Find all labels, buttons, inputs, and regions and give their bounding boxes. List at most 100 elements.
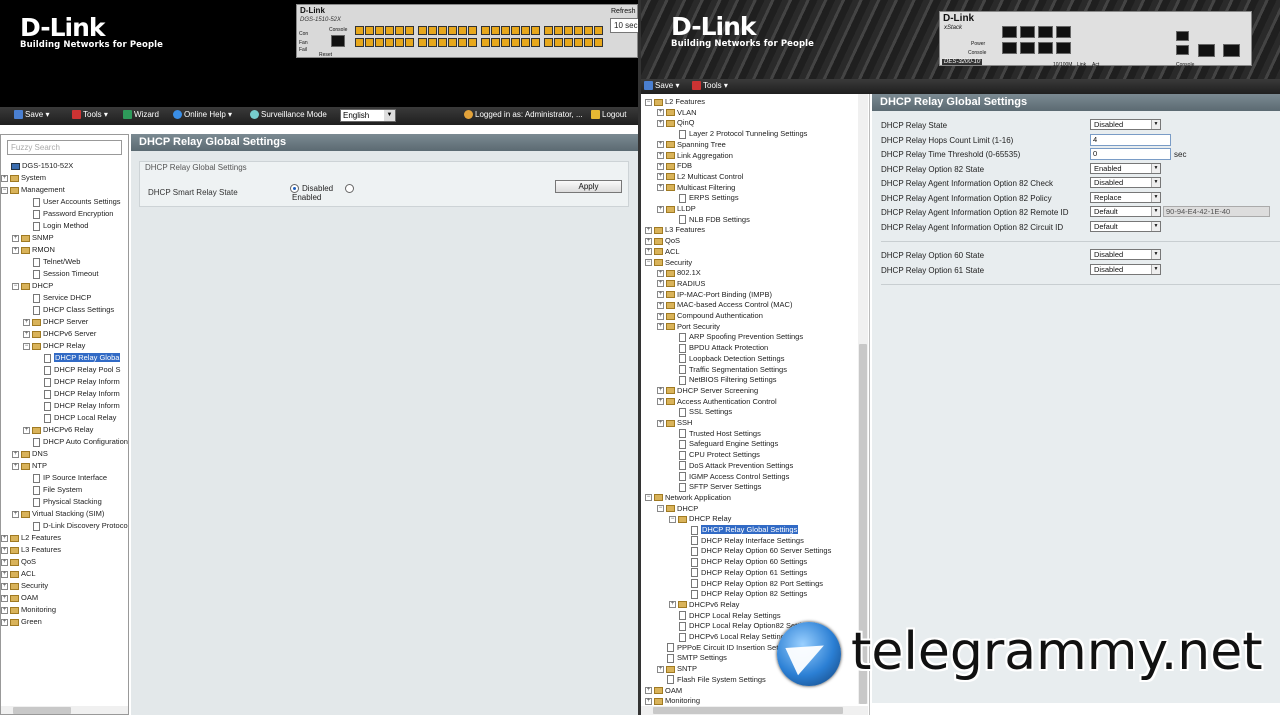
tree-item-netbios-filtering-settings[interactable]: NetBIOS Filtering Settings [679,375,777,386]
tree-item-dhcp-relay-pool-s[interactable]: DHCP Relay Pool S [44,365,121,376]
switch-port[interactable] [521,38,530,47]
refresh-interval-select[interactable]: 10 sec [610,18,638,33]
tree-item-dhcp-server[interactable]: + DHCP Server [23,317,88,328]
tools-menu[interactable]: Tools ▾ [72,110,108,120]
switch-port[interactable] [1002,42,1017,54]
right-tree-hscroll[interactable] [641,706,868,715]
expand-icon[interactable]: + [657,141,664,149]
tools-menu[interactable]: Tools ▾ [692,81,728,91]
expand-icon[interactable]: + [1,534,8,542]
tree-item-dhcp-relay-option-82-settings[interactable]: DHCP Relay Option 82 Settings [691,589,807,600]
tree-item-flash-file-system-settings[interactable]: Flash File System Settings [667,675,766,686]
tree-item-acl[interactable]: + ACL [645,247,680,258]
tree-item-traffic-segmentation-settings[interactable]: Traffic Segmentation Settings [679,365,787,376]
tree-item-igmp-access-control-settings[interactable]: IGMP Access Control Settings [679,472,789,483]
tree-item-vlan[interactable]: + VLAN [657,108,697,119]
expand-icon[interactable]: + [657,280,664,288]
switch-port[interactable] [375,38,384,47]
tree-item-security[interactable]: + Security [1,581,48,592]
switch-port[interactable] [355,26,364,35]
tree-item-l2-features[interactable]: − L2 Features [645,97,705,108]
switch-port[interactable] [544,38,553,47]
tree-item-dhcp-relay[interactable]: − DHCP Relay [669,514,731,525]
tree-item-qinq[interactable]: + QinQ [657,118,695,129]
smart-relay-enabled-radio[interactable] [345,184,354,193]
switch-port[interactable] [501,26,510,35]
switch-port[interactable] [554,26,563,35]
expand-icon[interactable]: + [657,269,664,277]
expand-icon[interactable]: + [657,184,664,192]
tree-item-acl[interactable]: + ACL [1,569,36,580]
tree-item-dhcp-relay-inform[interactable]: DHCP Relay Inform [44,377,120,388]
switch-port[interactable] [418,26,427,35]
switch-port[interactable] [594,26,603,35]
expand-icon[interactable]: + [12,246,19,254]
tree-item-nlb-fdb-settings[interactable]: NLB FDB Settings [679,215,750,226]
switch-port[interactable] [491,26,500,35]
tree-item-login-method[interactable]: Login Method [33,221,88,232]
switch-port[interactable] [584,26,593,35]
tree-item-l3-features[interactable]: + L3 Features [645,225,705,236]
expand-icon[interactable]: + [1,174,8,182]
tree-item-oam[interactable]: + OAM [1,593,38,604]
tree-item-erps-settings[interactable]: ERPS Settings [679,193,739,204]
tree-item-virtual-stacking-sim[interactable]: + Virtual Stacking (SIM) [12,509,104,520]
tree-item-rmon[interactable]: + RMON [12,245,55,256]
tree-item-qos[interactable]: + QoS [645,236,680,247]
switch-port[interactable] [468,26,477,35]
tree-item-session-timeout[interactable]: Session Timeout [33,269,98,280]
tree-item-dhcpv6-relay[interactable]: + DHCPv6 Relay [23,425,93,436]
switch-port[interactable] [468,38,477,47]
tree-item-network-application[interactable]: − Network Application [645,493,731,504]
collapse-icon[interactable]: − [23,342,30,350]
logout-button[interactable]: Logout [591,110,626,120]
collapse-icon[interactable]: − [12,282,19,290]
tree-item-dhcp-local-relay[interactable]: DHCP Local Relay [44,413,116,424]
tree-item-l2-multicast-control[interactable]: + L2 Multicast Control [657,172,743,183]
switch-port[interactable] [355,38,364,47]
tree-item-trusted-host-settings[interactable]: Trusted Host Settings [679,429,761,440]
tree-item-telnet-web[interactable]: Telnet/Web [33,257,80,268]
tree-item-multicast-filtering[interactable]: + Multicast Filtering [657,183,735,194]
left-tree-hscroll[interactable] [1,706,128,714]
expand-icon[interactable]: + [1,594,8,602]
expand-icon[interactable]: + [1,546,8,554]
expand-icon[interactable]: + [1,618,8,626]
setting-input[interactable]: 0 [1090,148,1171,160]
collapse-icon[interactable]: − [1,186,8,194]
tree-item-pppoe-circuit-id-insertion-settings[interactable]: PPPoE Circuit ID Insertion Settings [667,643,794,654]
save-menu[interactable]: Save ▾ [644,81,679,91]
expand-icon[interactable]: + [1,606,8,614]
switch-port[interactable] [1002,26,1017,38]
expand-icon[interactable]: + [1,558,8,566]
switch-port[interactable] [448,38,457,47]
expand-icon[interactable]: + [645,237,652,245]
tree-item-lldp[interactable]: + LLDP [657,204,696,215]
tree-item-ssh[interactable]: + SSH [657,418,692,429]
expand-icon[interactable]: + [657,323,664,331]
setting-select[interactable]: Disabled ▼ [1090,264,1161,275]
tree-item-bpdu-attack-protection[interactable]: BPDU Attack Protection [679,343,768,354]
tree-item-dhcpv6-server[interactable]: + DHCPv6 Server [23,329,96,340]
tree-item-compound-authentication[interactable]: + Compound Authentication [657,311,763,322]
tree-item-dgs-1510-52x[interactable]: DGS-1510-52X [11,161,73,172]
tree-item-dhcp-relay-inform[interactable]: DHCP Relay Inform [44,389,120,400]
expand-icon[interactable]: + [657,419,664,427]
switch-port[interactable] [428,38,437,47]
expand-icon[interactable]: + [12,450,19,458]
tree-item-management[interactable]: − Management [1,185,65,196]
tree-item-spanning-tree[interactable]: + Spanning Tree [657,140,726,151]
tree-item-dhcp-class-settings[interactable]: DHCP Class Settings [33,305,114,316]
expand-icon[interactable]: + [23,426,30,434]
switch-port[interactable] [1198,44,1215,57]
tree-item-dos-attack-prevention-settings[interactable]: DoS Attack Prevention Settings [679,461,793,472]
expand-icon[interactable]: + [657,205,664,213]
tree-item-ip-source-interface[interactable]: IP Source Interface [33,473,107,484]
expand-icon[interactable]: + [657,152,664,160]
switch-port[interactable] [564,26,573,35]
switch-port[interactable] [448,26,457,35]
tree-item-dhcp-relay-option-82-port-settings[interactable]: DHCP Relay Option 82 Port Settings [691,579,823,590]
switch-port[interactable] [481,26,490,35]
switch-port[interactable] [1176,31,1189,41]
tree-item-qos[interactable]: + QoS [1,557,36,568]
